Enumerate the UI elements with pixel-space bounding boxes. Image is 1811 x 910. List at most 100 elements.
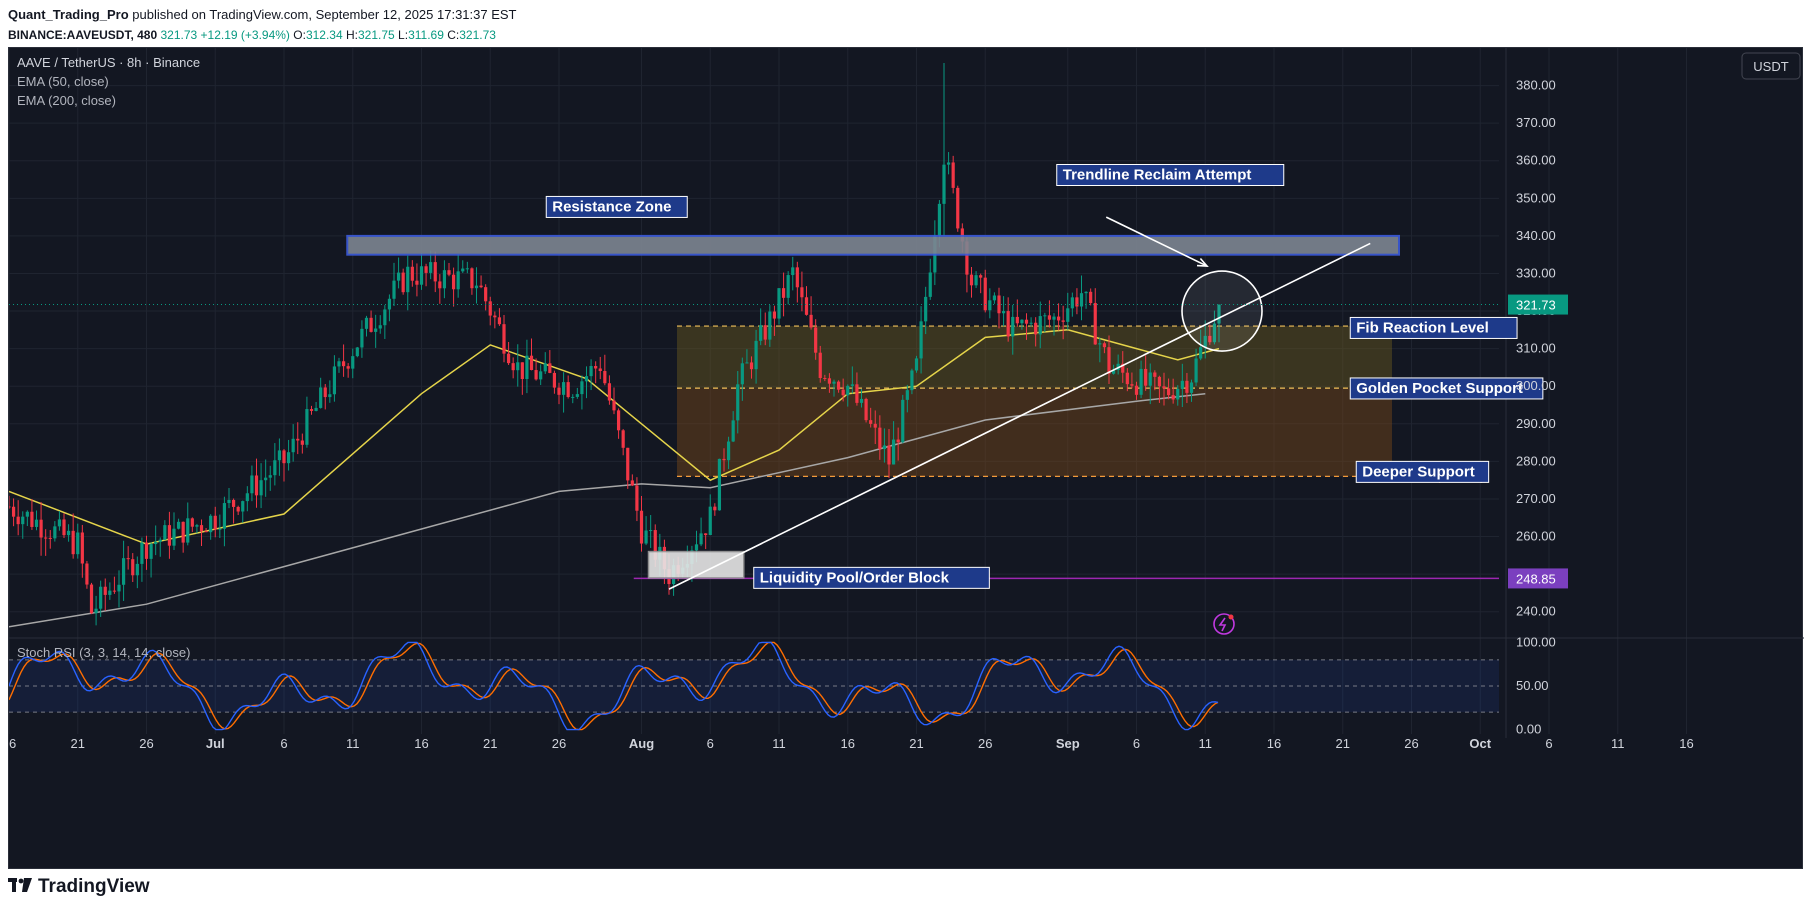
- candle-body: [484, 287, 488, 302]
- candle-body: [772, 311, 777, 319]
- time-tick-label: 21: [71, 736, 85, 751]
- candle-body: [882, 445, 887, 450]
- candle-body: [209, 515, 213, 533]
- candle-body: [800, 287, 804, 298]
- candle-body: [598, 368, 602, 372]
- candle-body: [502, 324, 506, 354]
- candle-body: [360, 328, 364, 348]
- currency-button-label: USDT: [1753, 59, 1788, 74]
- time-tick-label: 16: [1267, 736, 1281, 751]
- candle-body: [176, 521, 181, 529]
- candle-body: [919, 321, 923, 359]
- liquidity-label: Liquidity Pool/Order Block: [753, 566, 990, 589]
- candle-body: [163, 525, 167, 540]
- candle-body: [946, 162, 951, 165]
- candle-body: [644, 530, 648, 544]
- tradingview-logo-icon: [8, 876, 32, 898]
- candle-body: [722, 458, 726, 461]
- candle-body: [1125, 372, 1129, 385]
- price-tick-label: 380.00: [1516, 78, 1556, 93]
- candle-body: [369, 317, 373, 332]
- candle-body: [319, 387, 323, 408]
- candle-body: [846, 385, 850, 396]
- candle-body: [1194, 358, 1198, 383]
- candle-body: [777, 288, 781, 319]
- candle-body: [566, 382, 570, 397]
- candle-body: [117, 584, 121, 592]
- time-tick-label: 6: [280, 736, 287, 751]
- candle-body: [346, 366, 350, 369]
- chart-frame[interactable]: 0.5 (316.01)0.618 (299.50)0.786 (276.00)…: [8, 47, 1804, 870]
- candle-body: [506, 353, 511, 364]
- candle-body: [1153, 372, 1157, 377]
- candle-body: [516, 362, 520, 371]
- golden-pocket-label: Golden Pocket Support: [1349, 377, 1544, 400]
- candle-body: [236, 506, 240, 512]
- candle-body: [121, 558, 126, 585]
- candle-body: [855, 384, 859, 403]
- candle-body: [172, 528, 176, 546]
- candle-body: [410, 266, 414, 281]
- candle-body: [1199, 347, 1203, 359]
- stoch-tick-label: 100.00: [1516, 634, 1556, 649]
- open-value: 312.34: [305, 28, 343, 42]
- candle-body: [396, 272, 401, 281]
- candle-body: [1084, 291, 1088, 294]
- candle-body: [520, 362, 524, 379]
- candle-body: [910, 370, 914, 391]
- candle-body: [1148, 372, 1152, 386]
- candle-body: [231, 499, 236, 507]
- candle-body: [1144, 368, 1148, 386]
- time-tick-label: 11: [772, 736, 786, 751]
- candle-body: [974, 275, 978, 286]
- candle-body: [594, 366, 598, 369]
- candle-body: [887, 445, 891, 465]
- low-label: L:: [398, 28, 409, 42]
- candle-body: [337, 361, 341, 367]
- candle-body: [1052, 316, 1056, 320]
- candle-body: [969, 274, 974, 286]
- candle-body: [1020, 319, 1024, 324]
- candle-body: [1061, 320, 1065, 322]
- last-price: 321.73: [160, 28, 198, 42]
- trendline-label-text: Trendline Reclaim Attempt: [1063, 166, 1252, 183]
- candle-body: [227, 499, 231, 504]
- price-tick-label: 340.00: [1516, 228, 1556, 243]
- price-tick-label: 330.00: [1516, 265, 1556, 280]
- open-label: O:: [293, 28, 306, 42]
- candle-body: [328, 394, 332, 398]
- candle-body: [841, 389, 845, 396]
- candle-body: [401, 272, 405, 293]
- candle-body: [717, 458, 722, 511]
- author-name[interactable]: Quant_Trading_Pro: [8, 7, 129, 22]
- candle-body: [891, 439, 896, 465]
- candle-body: [66, 530, 71, 536]
- candle-body: [48, 537, 52, 539]
- candle-body: [456, 271, 460, 290]
- candle-body: [314, 407, 318, 411]
- candle-body: [525, 355, 529, 379]
- candle-body: [199, 525, 204, 532]
- candle-body: [924, 296, 928, 322]
- candle-body: [103, 586, 107, 595]
- candle-body: [1038, 316, 1042, 335]
- candle-body: [1102, 343, 1107, 348]
- candle-body: [309, 409, 314, 411]
- candle-body: [1185, 380, 1189, 393]
- price-tick-label: 300.00: [1516, 378, 1556, 393]
- candle-body: [57, 519, 62, 527]
- time-tick-label: 6: [707, 736, 714, 751]
- candle-body: [616, 410, 621, 431]
- candle-body: [351, 356, 355, 369]
- candle-body: [300, 440, 304, 445]
- fib-reaction-label-text: Fib Reaction Level: [1356, 319, 1489, 336]
- candle-body: [1171, 395, 1175, 400]
- candle-body: [447, 270, 451, 275]
- candle-body: [786, 275, 790, 298]
- candle-body: [754, 340, 758, 370]
- chart-canvas[interactable]: 0.5 (316.01)0.618 (299.50)0.786 (276.00)…: [9, 48, 1804, 870]
- candle-body: [80, 532, 84, 564]
- legend-ema50: EMA (50, close): [17, 74, 109, 89]
- candle-body: [149, 544, 153, 559]
- candle-body: [497, 317, 502, 325]
